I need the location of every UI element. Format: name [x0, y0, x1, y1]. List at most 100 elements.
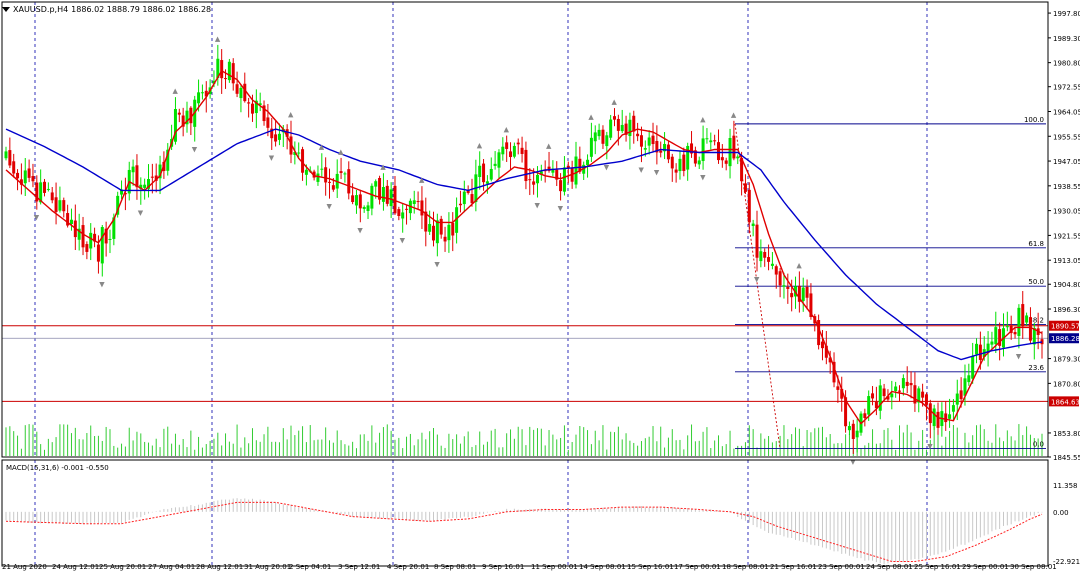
- bull-candle: [131, 166, 135, 173]
- bear-candle: [1021, 304, 1025, 327]
- macd-panel: MACD(15,31,6) -0.001 -0.550: [5, 464, 1043, 565]
- bear-candle: [616, 118, 620, 131]
- fractal-down-marker: ▼: [654, 168, 660, 176]
- grid-layer: [34, 2, 928, 566]
- bear-candle: [231, 63, 235, 84]
- bear-candle: [458, 203, 462, 206]
- bull-candle: [478, 165, 482, 177]
- macd-signal-line: [5, 501, 1043, 562]
- x-tick-label: 27 Aug 04:01: [148, 563, 195, 571]
- fractal-down-marker: ▼: [1016, 352, 1022, 360]
- bull-candle: [628, 119, 632, 137]
- bear-candle: [871, 393, 875, 399]
- bull-candle: [593, 132, 597, 142]
- bear-candle: [636, 133, 640, 137]
- bear-candle: [755, 224, 759, 258]
- y-tick-label: 1913.05: [1053, 257, 1080, 265]
- bull-candle: [878, 385, 882, 411]
- bull-candle: [227, 61, 231, 81]
- bear-candle: [243, 83, 247, 102]
- bear-candle: [805, 286, 809, 298]
- bear-candle: [601, 129, 605, 144]
- bull-candle: [89, 232, 93, 249]
- bull-candle: [709, 140, 713, 143]
- price-chart[interactable]: 100.061.850.038.223.60.0 1890.571864.631…: [0, 0, 1080, 572]
- x-tick-label: 11 Sep 00:01: [531, 563, 578, 571]
- fractal-up-marker: ▲: [546, 142, 552, 150]
- bear-candle: [443, 236, 447, 242]
- bull-candle: [381, 187, 385, 202]
- bull-candle: [990, 341, 994, 345]
- bear-candle: [790, 293, 794, 298]
- bear-candle: [666, 144, 670, 160]
- bull-candle: [239, 87, 243, 99]
- bull-candle: [304, 169, 308, 175]
- bear-candle: [397, 209, 401, 217]
- fractal-up-marker: ▲: [700, 116, 706, 124]
- bear-candle: [405, 208, 409, 210]
- bull-candle: [855, 430, 859, 438]
- x-tick-label: 4 Sep 20:01: [387, 563, 429, 571]
- bear-candle: [836, 386, 840, 390]
- bull-candle: [501, 146, 505, 155]
- bull-candle: [932, 408, 936, 427]
- fibonacci-retracement[interactable]: 100.061.850.038.223.60.0: [734, 116, 1046, 449]
- bear-candle: [682, 154, 686, 171]
- bull-candle: [485, 181, 489, 184]
- y-tick-label: 1904.80: [1053, 281, 1080, 289]
- bull-candle: [69, 219, 73, 225]
- fractal-up-marker: ▲: [380, 163, 386, 171]
- bear-candle: [732, 135, 736, 159]
- bear-candle: [767, 257, 771, 262]
- bull-candle: [647, 137, 651, 146]
- macd-panel-frame: [1, 459, 1049, 567]
- bear-candle: [944, 413, 948, 423]
- y-tick-label: 1879.30: [1053, 356, 1080, 364]
- bull-candle: [493, 163, 497, 166]
- fib-level-label: 23.6: [1028, 364, 1044, 372]
- y-tick-label: 1853.80: [1053, 430, 1080, 438]
- bull-candle: [370, 185, 374, 209]
- bear-candle: [928, 403, 932, 424]
- bull-candle: [971, 356, 975, 379]
- fractal-down-marker: ▼: [558, 204, 564, 212]
- bear-candle: [774, 266, 778, 275]
- bull-candle: [297, 152, 301, 154]
- bear-candle: [921, 391, 925, 398]
- bull-candle: [447, 224, 451, 241]
- bear-candle: [713, 140, 717, 142]
- bear-candle: [936, 411, 940, 428]
- bear-candle: [778, 271, 782, 286]
- bull-candle: [770, 263, 774, 266]
- bull-candle: [1017, 307, 1021, 336]
- bear-candle: [470, 194, 474, 204]
- x-tick-label: 18 Sep 08:01: [722, 563, 769, 571]
- bear-candle: [27, 168, 31, 178]
- fractal-up-marker: ▲: [419, 176, 425, 184]
- bull-candle: [401, 212, 405, 219]
- fractal-down-marker: ▼: [850, 458, 856, 466]
- fractal-down-marker: ▼: [534, 202, 540, 210]
- fractal-up-marker: ▲: [172, 87, 178, 95]
- x-tick-label: 8 Sep 08:01: [434, 563, 476, 571]
- x-tick-label: 31 Aug 20:01: [244, 563, 291, 571]
- macd-y-tick-label: 11.358: [1053, 482, 1078, 490]
- bull-candle: [562, 167, 566, 192]
- fractal-up-marker: ▲: [588, 113, 594, 121]
- bull-candle: [751, 223, 755, 227]
- fractal-down-marker: ▼: [269, 154, 275, 162]
- price-tag-label: 1864.63: [1051, 398, 1080, 406]
- fib-level-label: 100.0: [1024, 116, 1044, 124]
- bull-candle: [343, 173, 347, 175]
- bear-candle: [716, 142, 720, 161]
- bear-candle: [820, 341, 824, 349]
- x-tick-label: 24 Aug 12:01: [52, 563, 99, 571]
- bear-candle: [1013, 332, 1017, 335]
- bear-candle: [54, 197, 58, 212]
- bull-candle: [609, 119, 613, 138]
- bull-candle: [643, 148, 647, 150]
- macd-title: MACD(15,31,6) -0.001 -0.550: [6, 464, 109, 472]
- y-tick-label: 1921.55: [1053, 232, 1080, 240]
- bear-candle: [351, 195, 355, 202]
- y-tick-label: 1955.55: [1053, 133, 1080, 141]
